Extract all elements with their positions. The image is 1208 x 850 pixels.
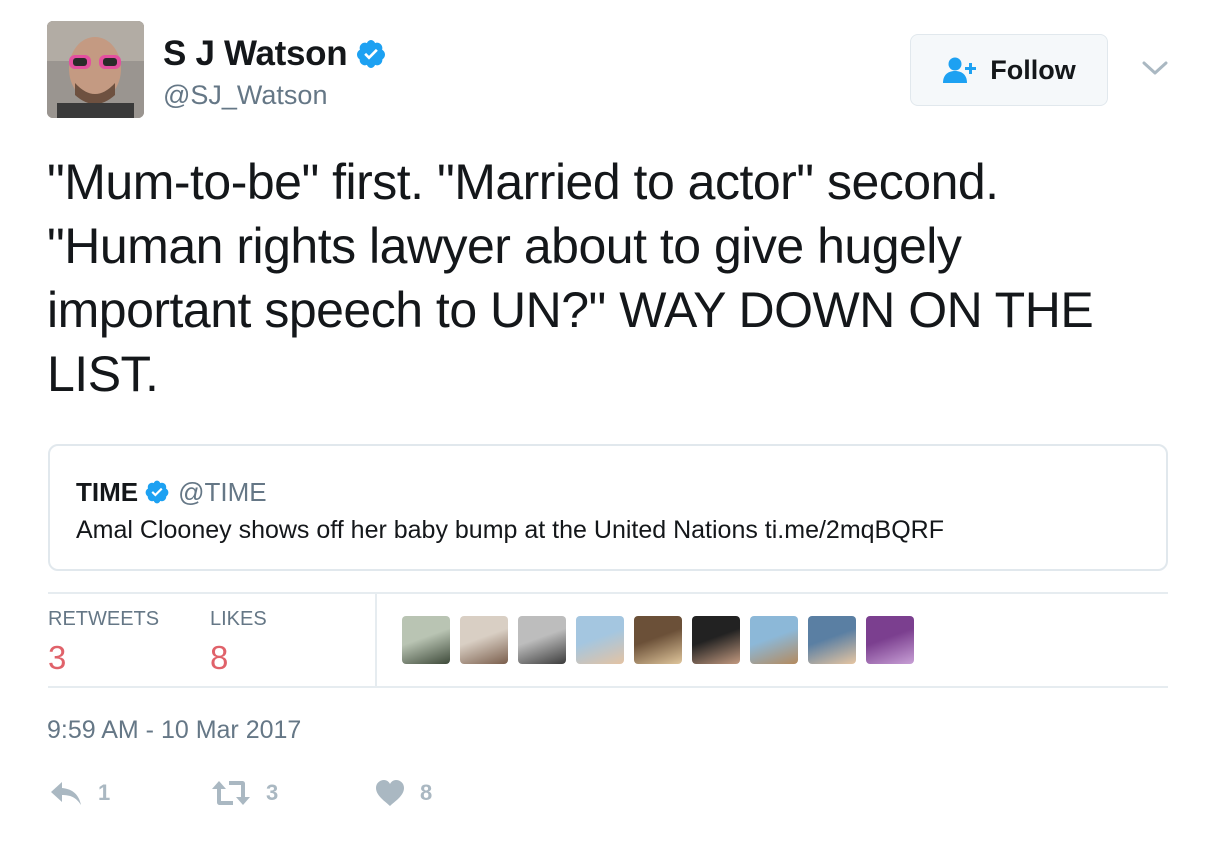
retweet-count: 3 <box>266 780 279 805</box>
retweets-label: RETWEETS <box>48 608 160 630</box>
profile-photo <box>47 21 144 118</box>
liker-avatar[interactable] <box>576 616 624 664</box>
reply-button[interactable]: 1 <box>48 778 110 808</box>
liker-avatar[interactable] <box>866 616 914 664</box>
like-count: 8 <box>420 780 433 805</box>
likes-count: 8 <box>210 639 229 676</box>
retweet-icon <box>212 781 250 805</box>
verified-badge-icon <box>357 40 386 68</box>
quoted-tweet-card[interactable]: TIME @TIME Amal Clooney shows off her ba… <box>48 444 1168 571</box>
chevron-down-icon[interactable] <box>1140 58 1170 78</box>
follow-button[interactable]: Follow <box>910 34 1108 106</box>
liker-avatars <box>402 616 924 664</box>
liker-avatar[interactable] <box>518 616 566 664</box>
liker-avatar[interactable] <box>692 616 740 664</box>
tweet-timestamp[interactable]: 9:59 AM - 10 Mar 2017 <box>47 716 301 745</box>
author-handle[interactable]: @SJ_Watson <box>163 80 327 111</box>
quoted-tweet-header: TIME @TIME <box>76 476 1166 508</box>
author-avatar[interactable] <box>47 21 144 118</box>
liker-avatar[interactable] <box>402 616 450 664</box>
like-button[interactable]: 8 <box>374 778 432 808</box>
tweet-text: "Mum-to-be" first. "Married to actor" se… <box>47 154 1094 402</box>
retweets-count: 3 <box>48 639 67 676</box>
retweet-button[interactable]: 3 <box>210 778 278 808</box>
author-name-row: S J Watson <box>163 34 387 74</box>
quoted-tweet-text: Amal Clooney shows off her baby bump at … <box>76 516 945 544</box>
retweets-stat[interactable]: RETWEETS 3 <box>48 608 159 677</box>
reply-icon <box>51 782 81 805</box>
tweet-stats: RETWEETS 3 LIKES 8 <box>48 592 1168 688</box>
liker-avatar[interactable] <box>460 616 508 664</box>
reply-count: 1 <box>98 780 111 805</box>
follow-button-label: Follow <box>990 54 1076 85</box>
heart-icon <box>376 780 404 806</box>
verified-badge-icon <box>145 480 169 504</box>
likes-label: LIKES <box>210 608 267 630</box>
stats-divider <box>375 594 377 686</box>
likes-stat[interactable]: LIKES 8 <box>210 608 267 677</box>
liker-avatar[interactable] <box>634 616 682 664</box>
liker-avatar[interactable] <box>808 616 856 664</box>
add-user-icon <box>943 57 977 83</box>
author-name[interactable]: S J Watson <box>163 34 348 74</box>
liker-avatar[interactable] <box>750 616 798 664</box>
quoted-tweet-handle: @TIME <box>178 476 267 507</box>
quoted-tweet-author-name: TIME <box>76 476 139 507</box>
